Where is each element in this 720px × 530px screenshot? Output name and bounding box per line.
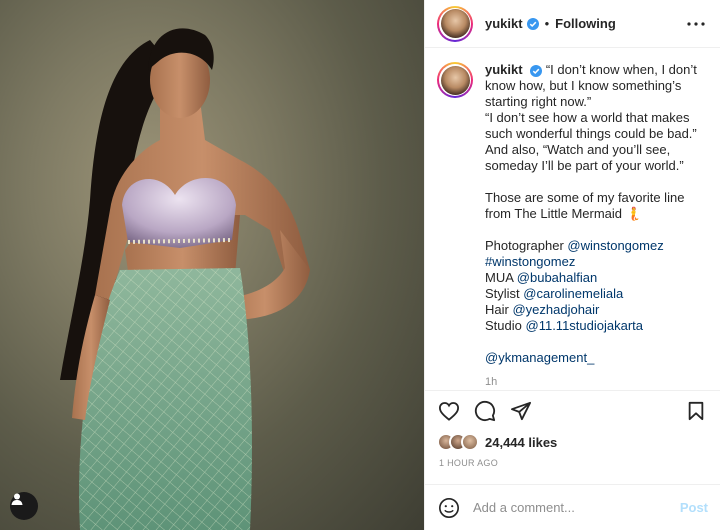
- likes-row[interactable]: 24,444 likes: [425, 430, 720, 454]
- heart-icon[interactable]: [437, 399, 461, 423]
- mention-link[interactable]: @carolinemeliala: [523, 286, 623, 301]
- post-side-panel: yukikt • Following yukikt “I don’t know …: [424, 0, 720, 530]
- more-options-icon[interactable]: [684, 12, 708, 36]
- credit-hair: Hair @yezhadjohair: [485, 302, 600, 317]
- mention-link[interactable]: @winstongomez: [567, 238, 663, 253]
- author-avatar[interactable]: [437, 5, 473, 42]
- caption-row: yukikt “I don’t know when, I don’t know …: [437, 62, 704, 390]
- post-comment-button[interactable]: Post: [680, 500, 708, 515]
- caption-line-4: [485, 174, 703, 190]
- hashtag-link[interactable]: #winstongomez: [485, 254, 575, 269]
- liker-avatars: [437, 433, 479, 451]
- caption-line-2: “I don’t see how a world that makes such…: [485, 110, 697, 141]
- caption-username[interactable]: yukikt: [485, 62, 523, 77]
- credit-photographer: Photographer @winstongomez: [485, 238, 664, 253]
- following-button[interactable]: Following: [555, 16, 616, 31]
- mention-link[interactable]: @bubahalfian: [517, 270, 597, 285]
- avatar: [461, 433, 479, 451]
- caption-text: yukikt “I don’t know when, I don’t know …: [485, 62, 703, 390]
- comment-icon[interactable]: [473, 399, 497, 423]
- comment-input[interactable]: [473, 500, 680, 515]
- mention-link[interactable]: @11.11studiojakarta: [526, 318, 644, 333]
- header-separator: •: [544, 16, 550, 31]
- verified-badge-icon: [526, 17, 539, 30]
- credit-mua: MUA @bubahalfian: [485, 270, 598, 285]
- caption-line-6: [485, 222, 703, 238]
- bookmark-icon[interactable]: [684, 399, 708, 423]
- credit-studio: Studio @11.11studiojakarta: [485, 318, 644, 333]
- verified-badge-icon: [530, 64, 543, 77]
- caption-time[interactable]: 1h: [485, 374, 703, 390]
- action-bar: [425, 390, 720, 430]
- user-tag-icon[interactable]: [10, 492, 38, 520]
- emoji-icon[interactable]: [437, 496, 461, 520]
- photo-illustration: [60, 28, 310, 530]
- instagram-post-modal: yukikt • Following yukikt “I don’t know …: [0, 0, 720, 530]
- share-icon[interactable]: [509, 399, 533, 423]
- comment-bar: Post: [425, 484, 720, 530]
- caption-line-5: Those are some of my favorite line from …: [485, 190, 685, 221]
- author-username[interactable]: yukikt: [485, 16, 523, 31]
- credit-stylist: Stylist @carolinemeliala: [485, 286, 624, 301]
- mention-link[interactable]: @ykmanagement_: [485, 350, 594, 365]
- post-photo[interactable]: [0, 0, 424, 530]
- mention-link[interactable]: @yezhadjohair: [512, 302, 599, 317]
- post-timestamp[interactable]: 1 HOUR AGO: [425, 454, 720, 476]
- likes-count[interactable]: 24,444 likes: [485, 435, 557, 450]
- caption-area: yukikt “I don’t know when, I don’t know …: [425, 48, 720, 390]
- post-header: yukikt • Following: [425, 0, 720, 48]
- caption-line-3: And also, “Watch and you’ll see, someday…: [485, 142, 684, 173]
- caption-avatar[interactable]: [437, 62, 473, 98]
